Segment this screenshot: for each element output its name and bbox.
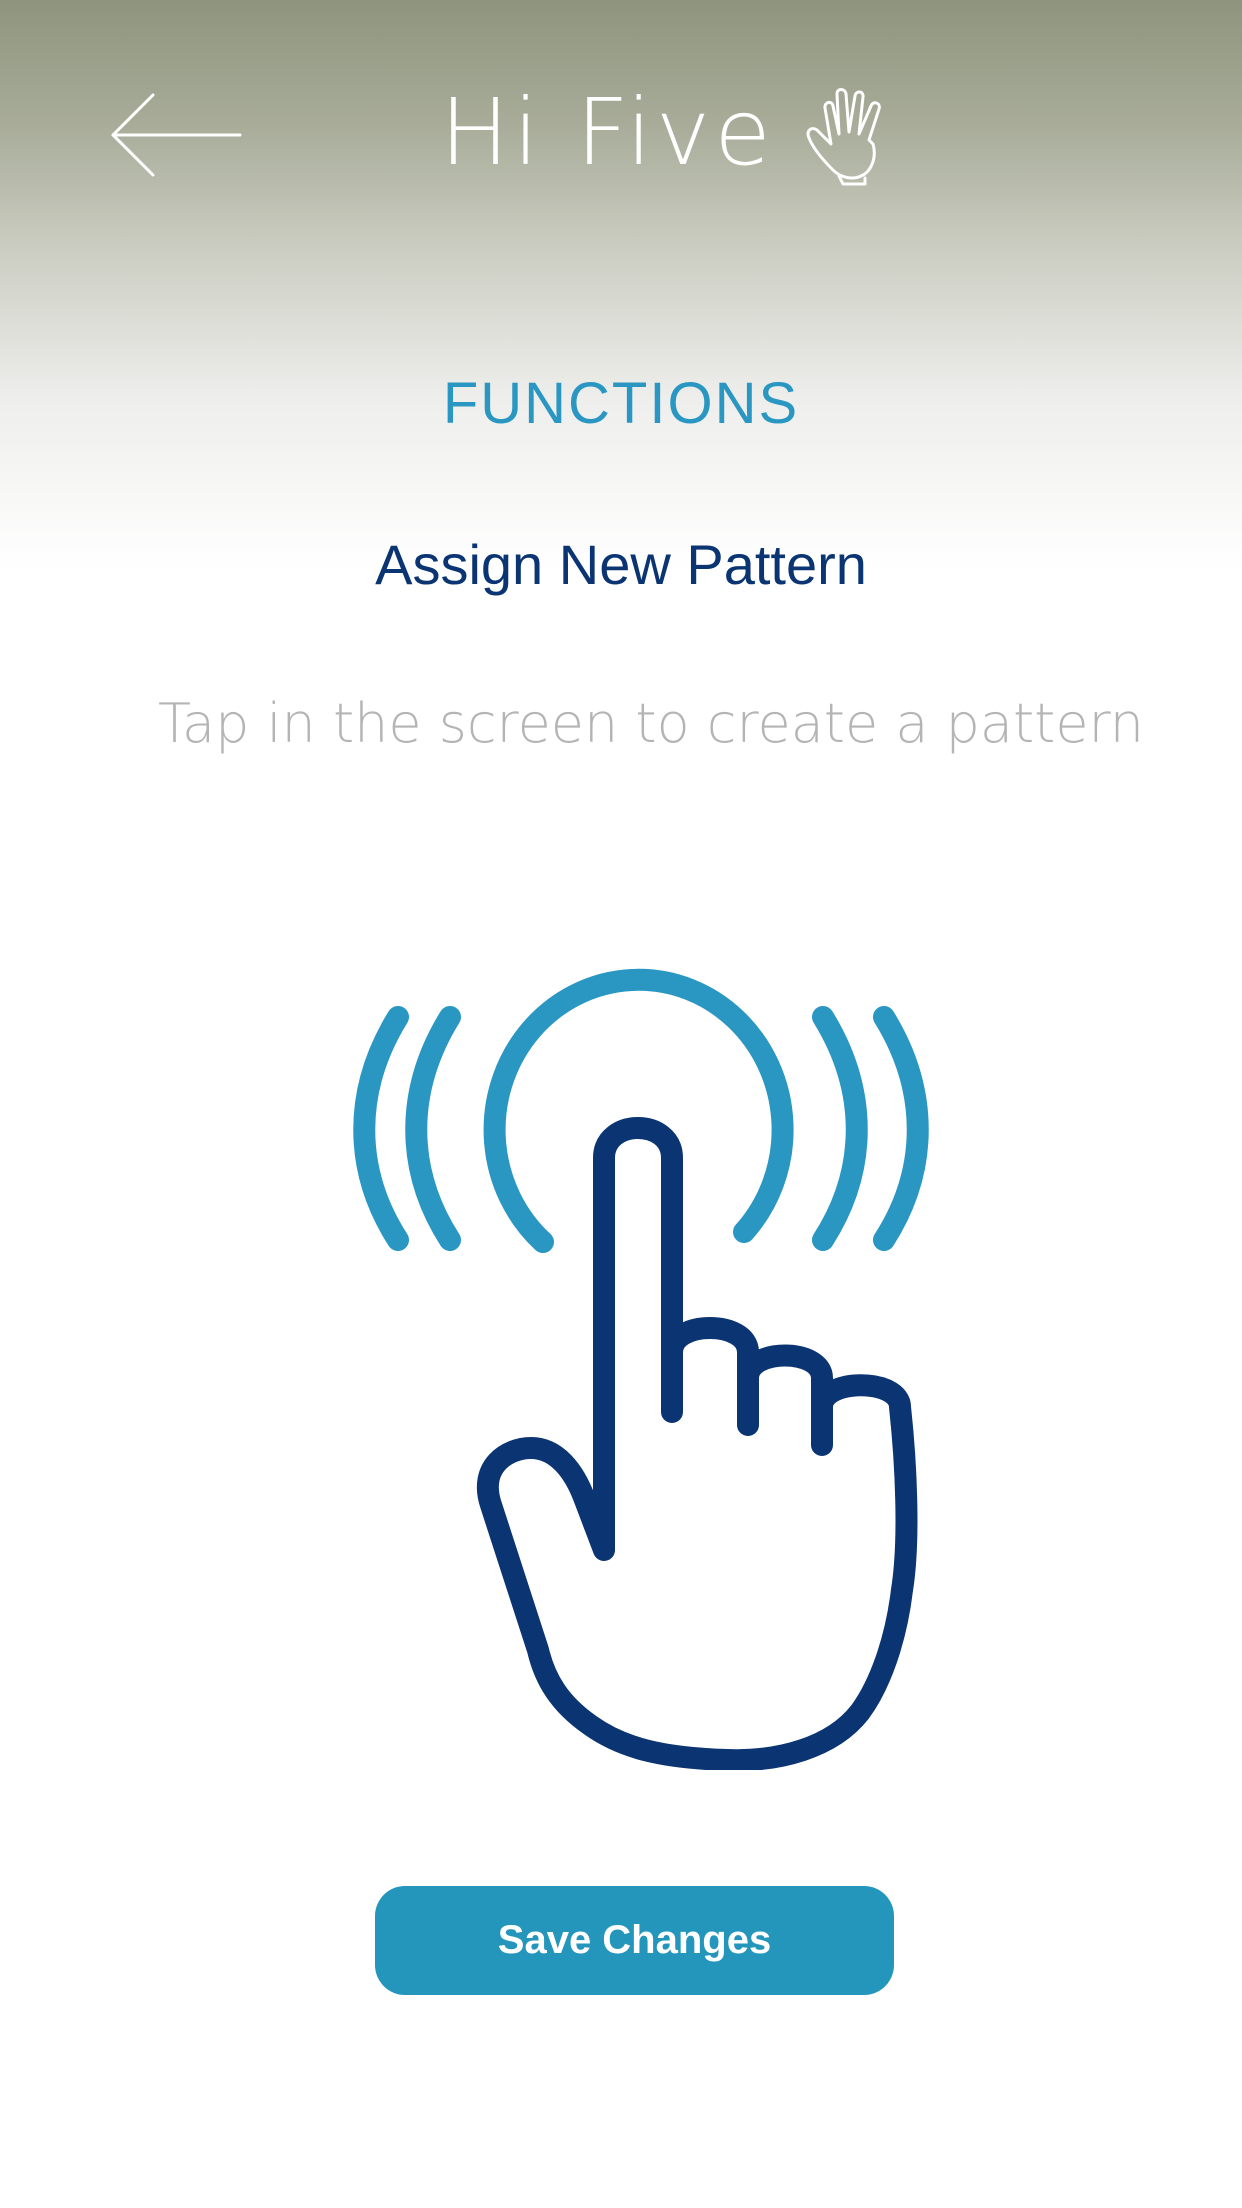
tap-wave-right-outer [873,1006,929,1251]
finger-tap-icon [353,968,929,1772]
section-title: FUNCTIONS [442,371,800,436]
tap-ripple-arc [483,968,794,1253]
app-title-text: Hi Five [440,79,775,186]
arrow-left-icon [111,93,242,177]
page-title: Assign New Pattern [375,533,867,596]
back-button[interactable] [105,90,245,180]
pattern-tap-area[interactable] [340,960,940,1772]
tap-wave-left-inner [405,1006,461,1251]
save-changes-button[interactable]: Save Changes [375,1886,894,1995]
tap-wave-right-inner [812,1006,868,1251]
raised-hand-icon [806,88,881,186]
app-title: Hi Five [440,78,903,188]
tap-wave-left-outer [353,1006,409,1251]
instruction-text: Tap in the screen to create a pattern [157,692,1145,755]
